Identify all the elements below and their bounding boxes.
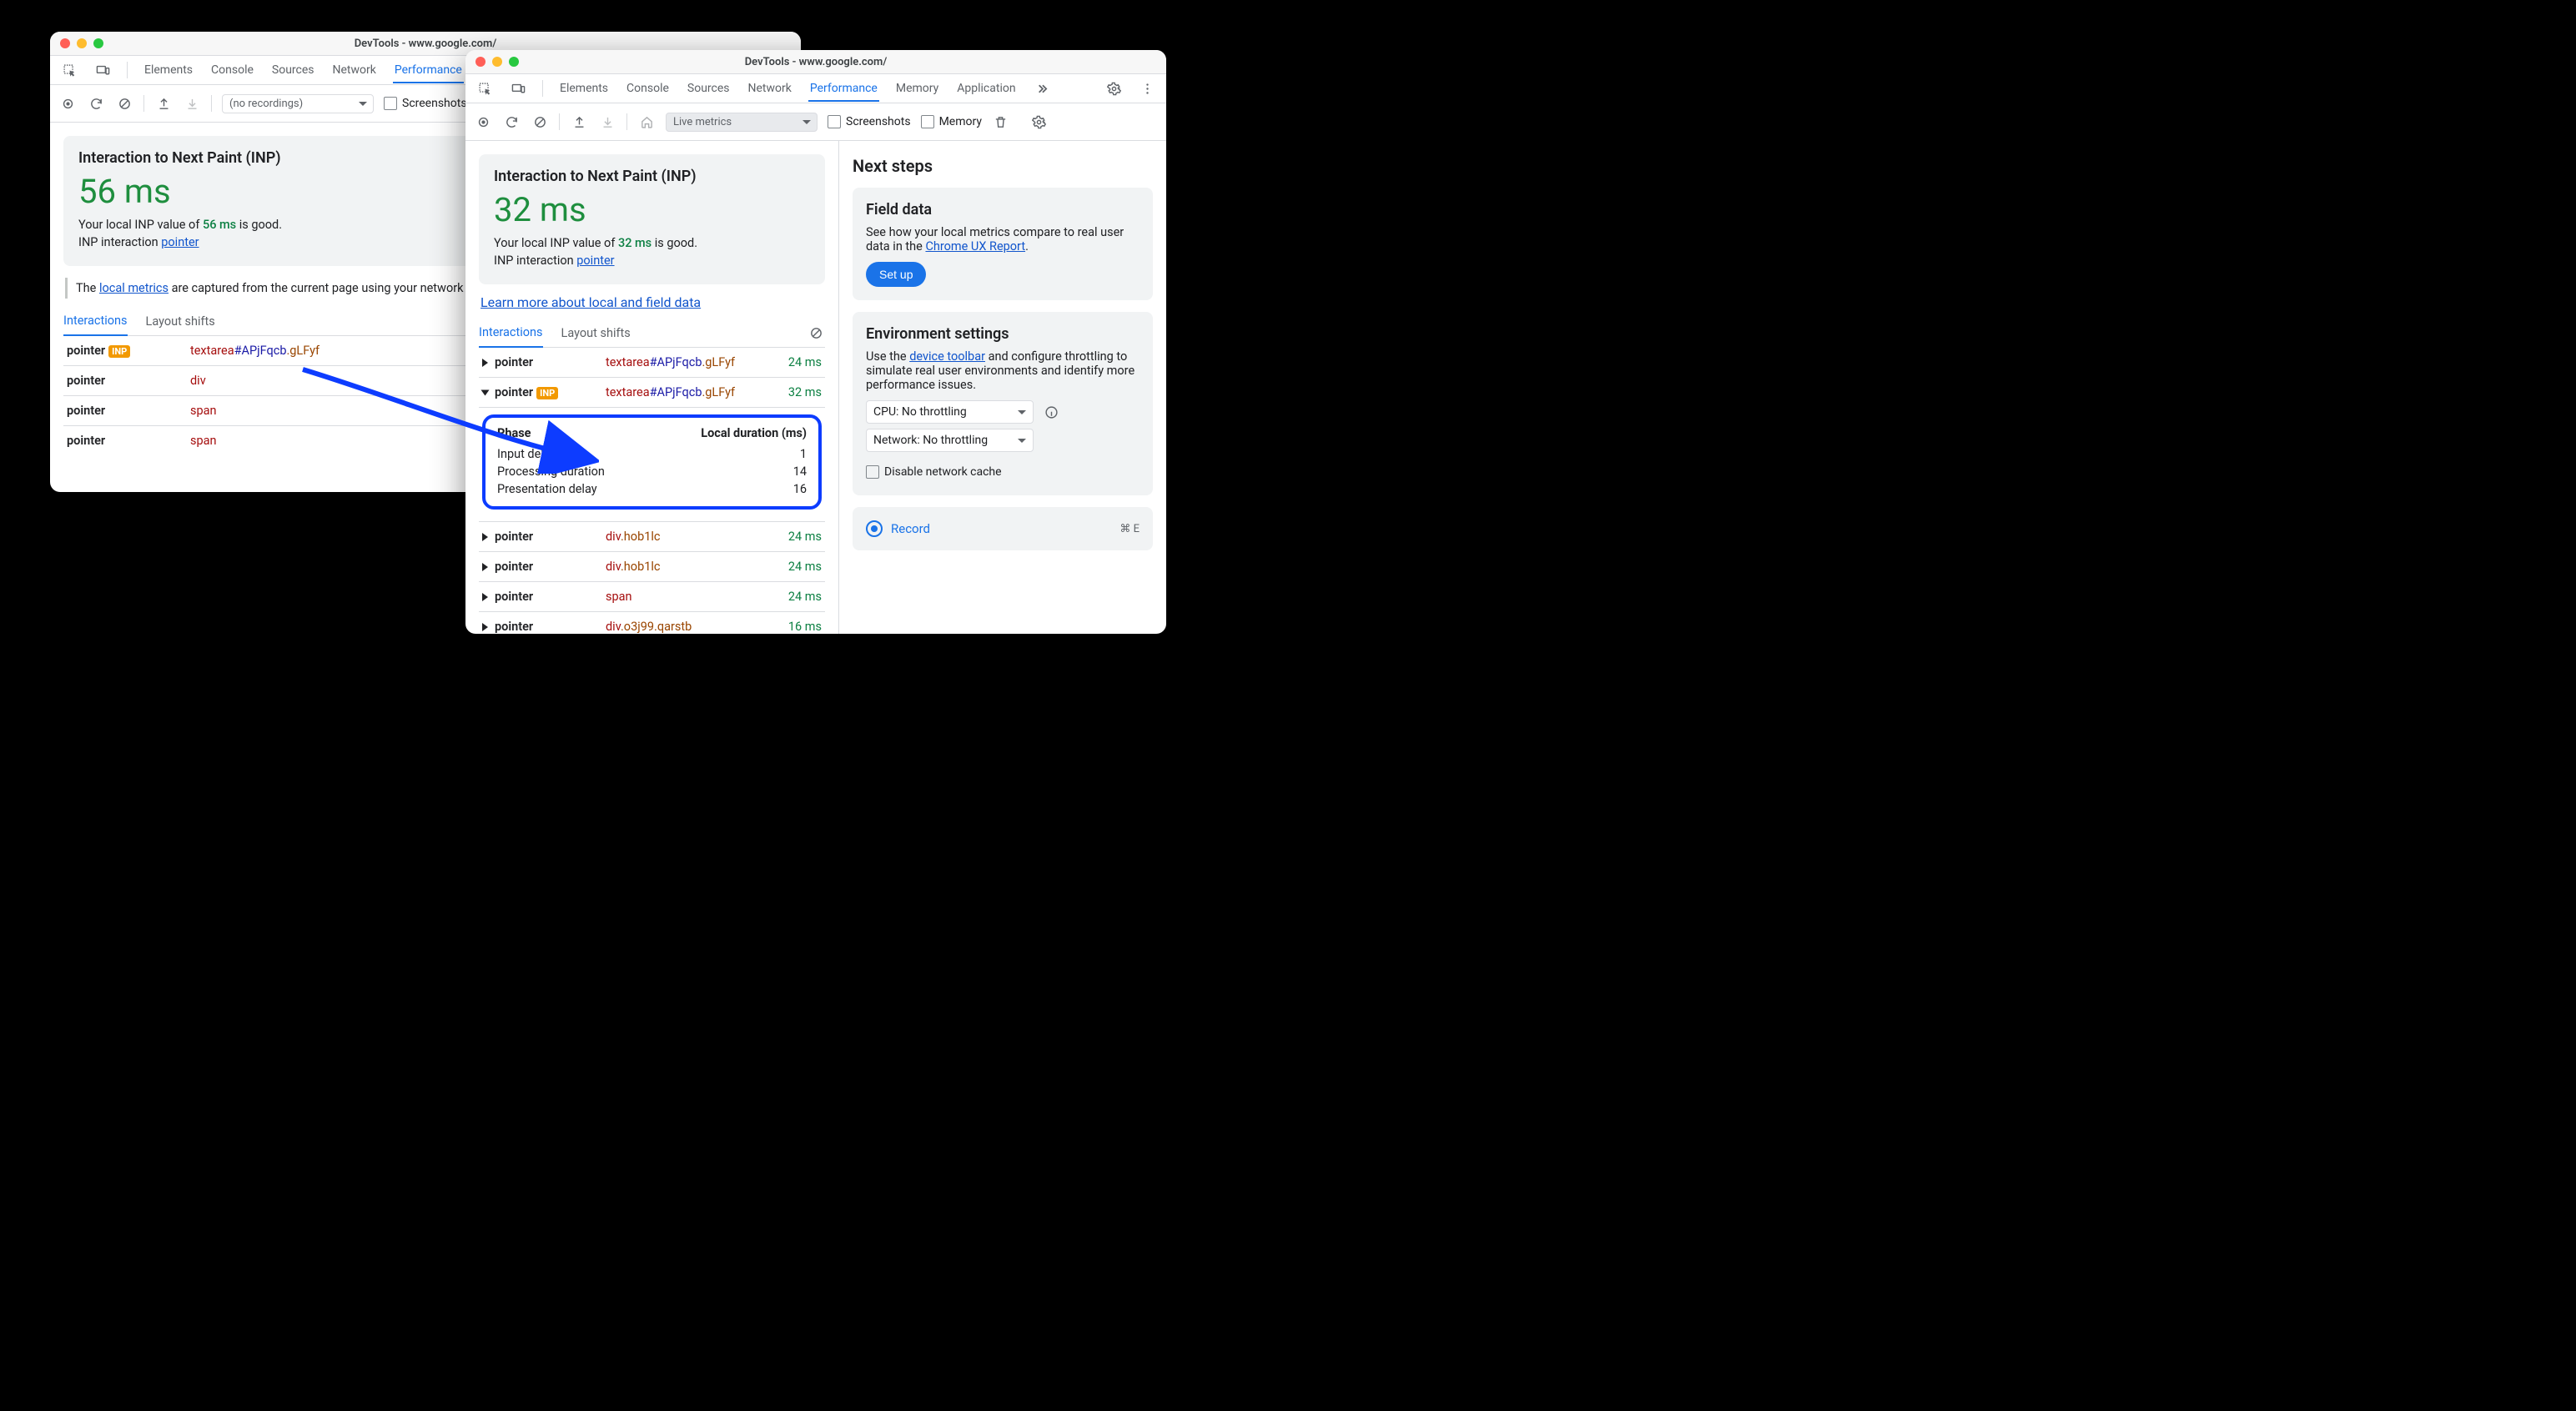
inspect-icon[interactable] (475, 79, 494, 98)
record-icon[interactable] (58, 94, 77, 113)
disable-cache-checkbox[interactable]: Disable network cache (866, 465, 1002, 479)
env-settings-card: Environment settings Use the device tool… (853, 312, 1153, 495)
tab-network[interactable]: Network (747, 77, 793, 100)
subtabs: Interactions Layout shifts (479, 319, 825, 348)
tab-elements[interactable]: Elements (143, 58, 194, 82)
interaction-row[interactable]: pointer textarea#APjFqcb.gLFyf 24 ms (479, 348, 825, 378)
subtab-interactions[interactable]: Interactions (479, 319, 543, 348)
interaction-row[interactable]: pointer span 24 ms (479, 582, 825, 612)
env-text: Use the device toolbar and configure thr… (866, 349, 1140, 392)
crux-link[interactable]: Chrome UX Report (925, 239, 1025, 254)
download-icon[interactable] (598, 113, 616, 131)
tab-application[interactable]: Application (955, 77, 1017, 100)
next-steps-title: Next steps (853, 156, 1153, 176)
inp-title: Interaction to Next Paint (INP) (494, 168, 810, 185)
window-title: DevTools - www.google.com/ (465, 56, 1166, 68)
inp-interaction: INP interaction pointer (494, 254, 810, 268)
tab-sources[interactable]: Sources (270, 58, 316, 82)
kebab-icon[interactable] (1138, 79, 1156, 98)
device-toolbar-link[interactable]: device toolbar (909, 349, 985, 364)
settings-icon[interactable] (1104, 79, 1123, 98)
recordings-select[interactable]: (no recordings) (222, 94, 374, 113)
record-icon[interactable] (474, 113, 492, 131)
screenshots-checkbox[interactable]: Screenshots (384, 97, 467, 110)
device-toolbar-icon[interactable] (93, 61, 112, 79)
perf-toolbar: Live metrics Screenshots Memory (465, 103, 1166, 141)
interaction-row[interactable]: pointerINP textarea#APjFqcb.gLFyf 32 ms (479, 378, 825, 408)
env-title: Environment settings (866, 325, 1140, 343)
home-icon[interactable] (637, 113, 656, 131)
more-tabs-icon[interactable] (1033, 79, 1051, 98)
devtools-window-2: DevTools - www.google.com/ Elements Cons… (465, 50, 1166, 634)
network-throttle-select[interactable]: Network: No throttling (866, 429, 1034, 452)
field-data-card: Field data See how your local metrics co… (853, 188, 1153, 300)
titlebar: DevTools - www.google.com/ (465, 50, 1166, 74)
setup-button[interactable]: Set up (866, 262, 926, 287)
reload-icon[interactable] (87, 94, 105, 113)
record-radio-icon (866, 520, 883, 537)
interaction-row[interactable]: pointer div.o3j99.qarstb 16 ms (479, 612, 825, 635)
clear-list-icon[interactable] (807, 324, 825, 342)
settings-icon[interactable] (1030, 113, 1049, 131)
subtab-layout-shifts[interactable]: Layout shifts (146, 308, 215, 335)
memory-checkbox[interactable]: Memory (921, 115, 982, 128)
inp-sentence: Your local INP value of 32 ms is good. (494, 236, 810, 250)
interactions-table: pointer textarea#APjFqcb.gLFyf 24 ms poi… (479, 348, 825, 634)
inspect-icon[interactable] (60, 61, 78, 79)
next-steps-sidebar: Next steps Field data See how your local… (838, 141, 1166, 634)
window-title: DevTools - www.google.com/ (50, 38, 801, 50)
live-metrics-select[interactable]: Live metrics (666, 113, 818, 132)
record-shortcut: ⌘ E (1119, 523, 1140, 535)
inp-value: 32 ms (494, 190, 810, 229)
phase-breakdown: PhaseLocal duration (ms) Input delay1Pro… (482, 414, 822, 510)
info-icon[interactable] (1042, 403, 1060, 421)
clear-icon[interactable] (115, 94, 133, 113)
inp-card: Interaction to Next Paint (INP) 32 ms Yo… (479, 154, 825, 284)
inp-interaction-link[interactable]: pointer (576, 254, 614, 268)
gc-icon[interactable] (992, 113, 1010, 131)
subtab-layout-shifts[interactable]: Layout shifts (561, 319, 631, 347)
tab-performance[interactable]: Performance (393, 58, 464, 83)
tab-performance[interactable]: Performance (808, 77, 879, 102)
subtab-interactions[interactable]: Interactions (63, 307, 128, 336)
cpu-throttle-select[interactable]: CPU: No throttling (866, 400, 1034, 424)
interaction-row[interactable]: pointer div.hob1lc 24 ms (479, 552, 825, 582)
record-card[interactable]: Record ⌘ E (853, 507, 1153, 550)
field-data-title: Field data (866, 201, 1140, 218)
panel-tabs: Elements Console Sources Network Perform… (465, 74, 1166, 103)
learn-more-link[interactable]: Learn more about local and field data (480, 294, 701, 310)
upload-icon[interactable] (570, 113, 588, 131)
perf-main: Interaction to Next Paint (INP) 32 ms Yo… (465, 141, 838, 634)
download-icon[interactable] (183, 94, 201, 113)
record-label: Record (891, 521, 930, 536)
interaction-row[interactable]: pointer div.hob1lc 24 ms (479, 522, 825, 552)
field-data-text: See how your local metrics compare to re… (866, 225, 1140, 254)
screenshots-checkbox[interactable]: Screenshots (828, 115, 911, 128)
upload-icon[interactable] (154, 94, 173, 113)
tab-memory[interactable]: Memory (894, 77, 940, 100)
local-metrics-link[interactable]: local metrics (99, 281, 169, 295)
reload-icon[interactable] (502, 113, 521, 131)
tab-elements[interactable]: Elements (558, 77, 610, 100)
tab-console[interactable]: Console (625, 77, 671, 100)
tab-console[interactable]: Console (209, 58, 255, 82)
tab-network[interactable]: Network (331, 58, 378, 82)
tab-sources[interactable]: Sources (686, 77, 732, 100)
device-toolbar-icon[interactable] (509, 79, 527, 98)
clear-icon[interactable] (531, 113, 549, 131)
inp-interaction-link[interactable]: pointer (161, 235, 199, 249)
